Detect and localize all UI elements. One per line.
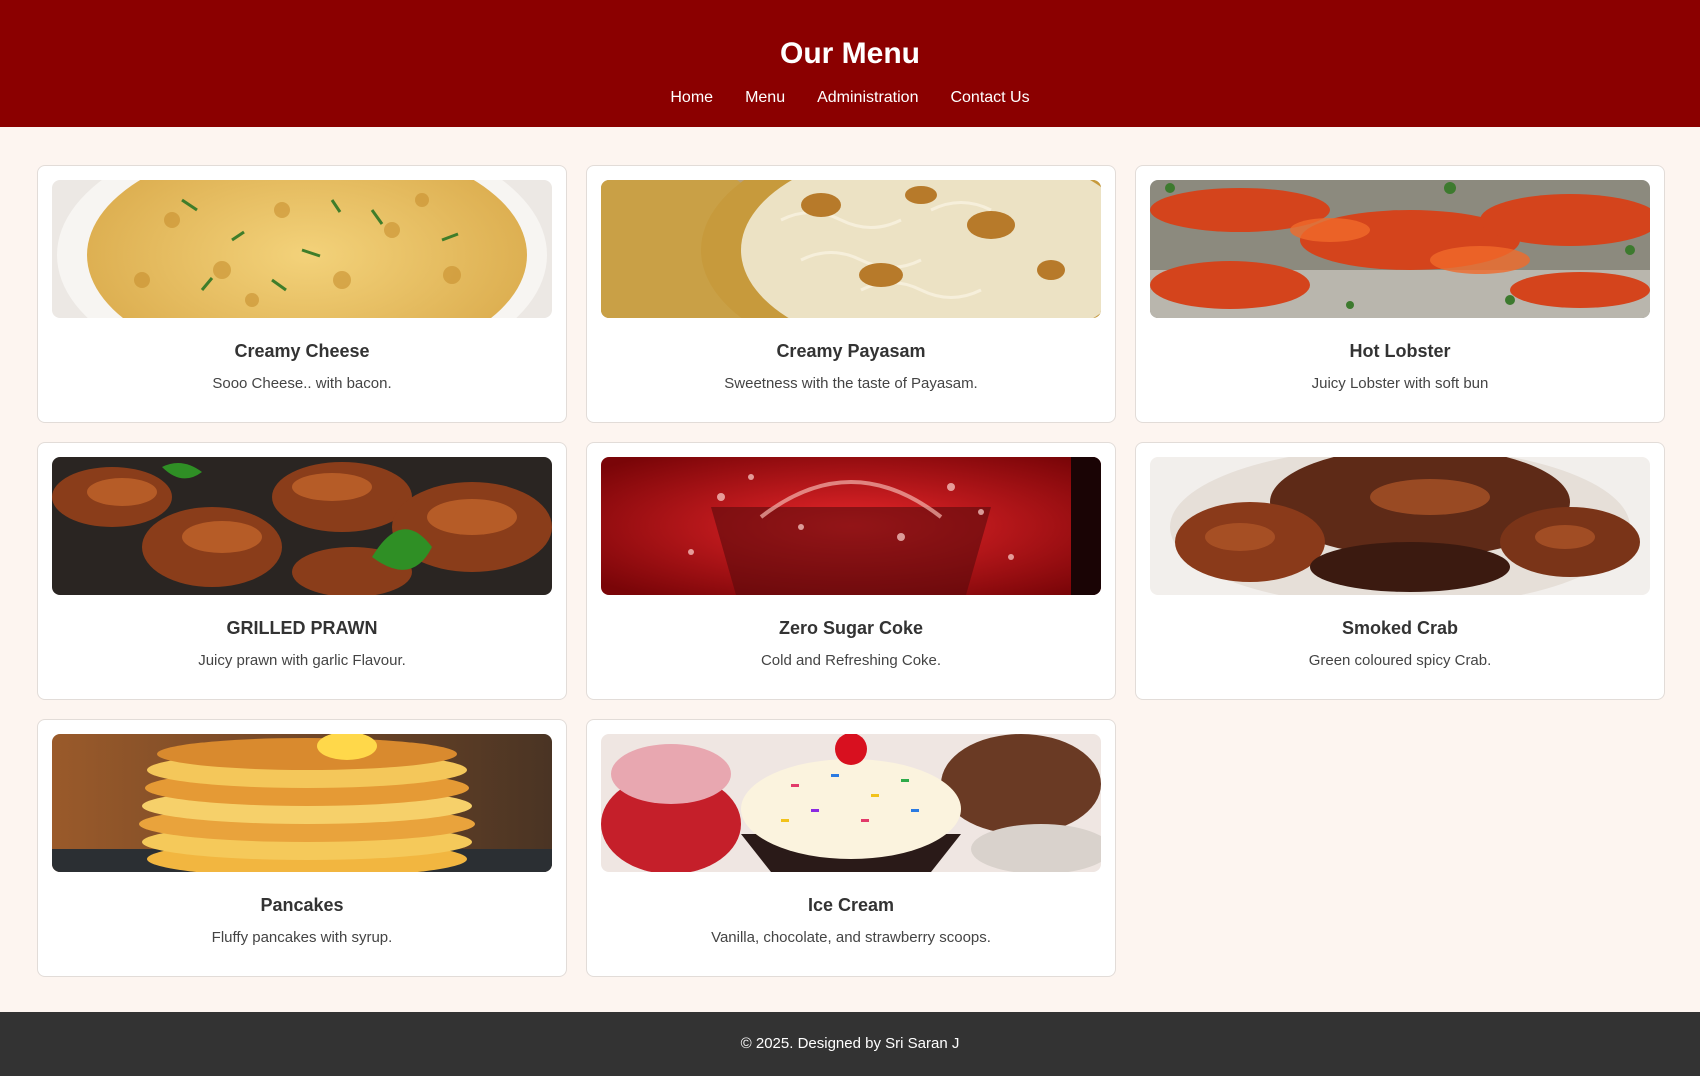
crab-photo xyxy=(1150,457,1650,595)
pancakes-photo xyxy=(52,734,552,872)
menu-card: Creamy Payasam Sweetness with the taste … xyxy=(586,165,1116,423)
menu-item-name: Hot Lobster xyxy=(1349,341,1451,361)
menu-item-name: Creamy Cheese xyxy=(234,341,370,361)
menu-item-name: Smoked Crab xyxy=(1341,618,1459,638)
menu-item-name: GRILLED PRAWN xyxy=(226,618,378,638)
page-title: Our Menu xyxy=(780,37,920,70)
menu-item-description: Fluffy pancakes with syrup. xyxy=(211,929,393,946)
nav-menu[interactable]: Menu xyxy=(745,88,785,108)
menu-item-description: Sweetness with the taste of Payasam. xyxy=(724,375,978,392)
prawn-photo xyxy=(52,457,552,595)
lobster-photo xyxy=(1150,180,1650,318)
main-nav: Home Menu Administration Contact Us xyxy=(0,88,1700,108)
mac-and-cheese-photo xyxy=(52,180,552,318)
menu-item-name: Ice Cream xyxy=(807,895,895,915)
site-footer: © 2025. Designed by Sri Saran J xyxy=(0,1012,1700,1076)
menu-card: Smoked Crab Green coloured spicy Crab. xyxy=(1135,442,1665,700)
nav-administration[interactable]: Administration xyxy=(817,88,918,108)
footer-copyright: © 2025. Designed by Sri Saran J xyxy=(740,1035,960,1052)
nav-contact-us[interactable]: Contact Us xyxy=(950,88,1029,108)
payasam-photo xyxy=(601,180,1101,318)
menu-item-description: Juicy Lobster with soft bun xyxy=(1311,375,1489,392)
menu-card: Ice Cream Vanilla, chocolate, and strawb… xyxy=(586,719,1116,977)
menu-item-description: Sooo Cheese.. with bacon. xyxy=(212,375,392,392)
ice-cream-photo xyxy=(601,734,1101,872)
menu-item-description: Cold and Refreshing Coke. xyxy=(760,652,942,669)
menu-item-description: Vanilla, chocolate, and strawberry scoop… xyxy=(711,929,991,946)
menu-card: Hot Lobster Juicy Lobster with soft bun xyxy=(1135,165,1665,423)
menu-card: Creamy Cheese Sooo Cheese.. with bacon. xyxy=(37,165,567,423)
menu-item-name: Zero Sugar Coke xyxy=(778,618,924,638)
menu-card: Pancakes Fluffy pancakes with syrup. xyxy=(37,719,567,977)
coke-photo xyxy=(601,457,1101,595)
nav-home[interactable]: Home xyxy=(670,88,713,108)
menu-item-name: Creamy Payasam xyxy=(776,341,926,361)
site-header: Our Menu Home Menu Administration Contac… xyxy=(0,0,1700,127)
menu-card: GRILLED PRAWN Juicy prawn with garlic Fl… xyxy=(37,442,567,700)
menu-item-description: Green coloured spicy Crab. xyxy=(1308,652,1492,669)
menu-card: Zero Sugar Coke Cold and Refreshing Coke… xyxy=(586,442,1116,700)
menu-grid: Creamy Cheese Sooo Cheese.. with bacon. xyxy=(0,127,1700,977)
menu-item-name: Pancakes xyxy=(260,895,344,915)
menu-item-description: Juicy prawn with garlic Flavour. xyxy=(198,652,406,669)
